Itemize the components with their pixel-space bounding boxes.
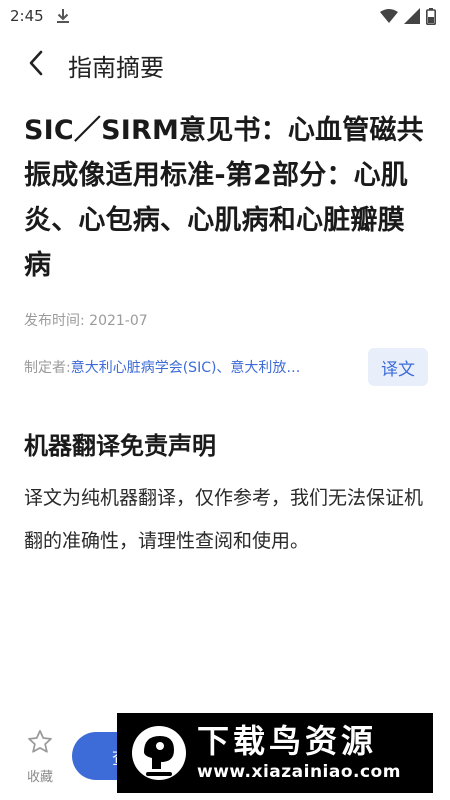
favorite-button[interactable]: 收藏 — [22, 728, 58, 785]
bird-logo-icon — [127, 721, 191, 785]
guideline-summary: SIC／SIRM意见书：心血管磁共振成像适用标准-第2部分：心肌炎、心包病、心肌… — [24, 108, 428, 563]
app-bar: 指南摘要 — [0, 36, 450, 94]
watermark-name: 下载鸟资源 — [197, 722, 378, 760]
author-row: 制定者:意大利心脏病学会(SIC)、意大利放… 译文 — [24, 348, 428, 386]
download-icon — [56, 8, 70, 24]
author-prefix: 制定者: — [24, 360, 71, 376]
star-icon — [26, 728, 54, 760]
signal-icon — [404, 8, 420, 24]
favorite-label: 收藏 — [26, 770, 53, 785]
document-title: SIC／SIRM意见书：心血管磁共振成像适用标准-第2部分：心肌炎、心包病、心肌… — [24, 115, 424, 281]
author-names-link[interactable]: 意大利心脏病学会(SIC)、意大利放… — [71, 360, 301, 376]
disclaimer-text: 译文为纯机器翻译，仅作参考，我们无法保证机翻的准确性，请理性查阅和使用。 — [24, 487, 424, 552]
watermark-texts: 下载鸟资源 www.xiazainiao.com — [197, 722, 401, 784]
wifi-icon — [380, 9, 398, 23]
watermark-banner: 下载鸟资源 www.xiazainiao.com — [117, 713, 433, 793]
publish-date: 发布时间: 2021-07 — [24, 313, 148, 329]
page-title: 指南摘要 — [68, 53, 164, 82]
back-button[interactable] — [14, 43, 58, 87]
translate-button[interactable]: 译文 — [368, 348, 428, 386]
chevron-left-icon — [28, 50, 44, 80]
status-time: 2:45 — [10, 7, 44, 25]
status-bar: 2:45 — [0, 0, 450, 32]
author-line: 制定者:意大利心脏病学会(SIC)、意大利放… — [24, 357, 300, 377]
disclaimer-title: 机器翻译免责声明 — [24, 432, 216, 460]
battery-icon — [426, 7, 436, 25]
watermark-url: www.xiazainiao.com — [197, 762, 401, 782]
